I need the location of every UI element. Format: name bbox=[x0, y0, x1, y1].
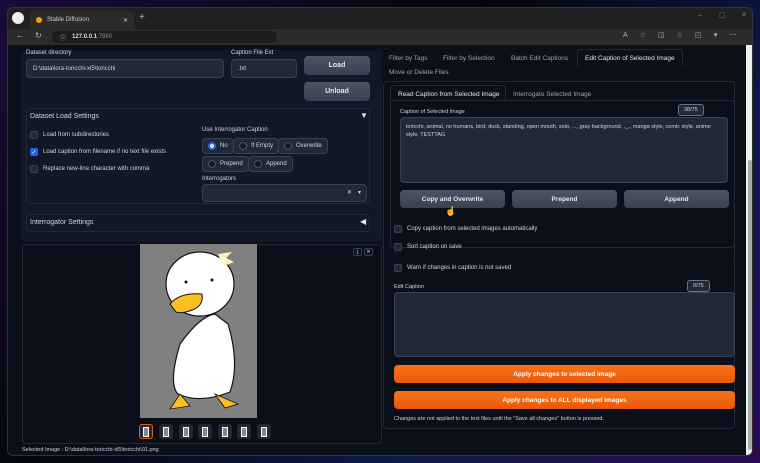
page-scrollbar[interactable] bbox=[746, 45, 752, 455]
minimize-button[interactable]: – bbox=[698, 12, 702, 19]
append-button[interactable]: Append bbox=[624, 190, 729, 208]
tab-move-delete[interactable]: Move or Delete Files bbox=[389, 69, 449, 76]
collapse-triangle-icon[interactable]: ▼ bbox=[360, 111, 368, 120]
expand-triangle-icon[interactable]: ◀ bbox=[360, 217, 366, 226]
gallery-thumb-2[interactable] bbox=[159, 424, 173, 439]
clear-icon[interactable]: ✕ bbox=[347, 189, 352, 196]
profile-icon[interactable] bbox=[12, 12, 24, 24]
dataset-dir-label: Dataset directory bbox=[26, 50, 72, 56]
apply-selected-button[interactable]: Apply changes to selected image bbox=[394, 365, 735, 383]
gallery-thumb-6[interactable] bbox=[237, 424, 251, 439]
checkbox-sort-caption[interactable]: Sort caption on save bbox=[394, 243, 462, 251]
tab-edit-selected[interactable]: Edit Caption of Selected Image bbox=[577, 49, 683, 66]
radio-append[interactable]: Append bbox=[248, 156, 293, 172]
subtab-read-caption[interactable]: Read Caption from Selected Image bbox=[390, 85, 506, 101]
radio-overwrite[interactable]: Overwrite bbox=[278, 138, 328, 154]
prepend-button[interactable]: Prepend bbox=[512, 190, 617, 208]
checkbox-caption-from-filename[interactable]: ✓ Load caption from filename if no text f… bbox=[30, 148, 166, 156]
address-bar: ← ↻ ⓘ 127.0.0.1:7860 A☆◫☆◰♥⋯ bbox=[8, 29, 752, 45]
gallery-thumb-5[interactable] bbox=[218, 424, 232, 439]
close-tab-icon[interactable]: ✕ bbox=[123, 17, 128, 24]
title-bar: Stable Diffusion ✕ + – ▢ ✕ bbox=[8, 8, 752, 29]
toolbar-icons[interactable]: A☆◫☆◰♥⋯ bbox=[623, 31, 749, 39]
caption-token-counter: 38/75 bbox=[678, 104, 704, 116]
browser-tab[interactable]: Stable Diffusion ✕ bbox=[30, 11, 134, 29]
selected-image-preview bbox=[140, 244, 257, 418]
edit-caption-label: Edit Caption bbox=[394, 284, 424, 290]
dropdown-icon[interactable]: ▾ bbox=[358, 189, 361, 196]
load-settings-title[interactable]: Dataset Load Settings bbox=[30, 113, 99, 120]
apply-all-button[interactable]: Apply changes to ALL displayed images bbox=[394, 391, 735, 409]
edit-token-counter: 0/75 bbox=[687, 280, 710, 292]
close-gallery-icon[interactable]: ✕ bbox=[364, 248, 373, 256]
reload-icon[interactable]: ↻ bbox=[35, 31, 42, 40]
radio-if-empty[interactable]: If Empty bbox=[233, 138, 280, 154]
page-content: Dataset directory D:\data\lora-toricchi-… bbox=[8, 45, 752, 455]
browser-window: Stable Diffusion ✕ + – ▢ ✕ ← ↻ ⓘ 127.0.0… bbox=[7, 7, 753, 456]
interrogator-settings-title[interactable]: Interrogator Settings bbox=[30, 219, 93, 226]
edit-caption-textarea[interactable] bbox=[394, 292, 735, 357]
interrogators-label: Interrogators bbox=[202, 176, 237, 182]
checkbox-warn-unsaved[interactable]: Warn if changes in caption is not saved bbox=[394, 264, 511, 272]
selected-image-path: Selected Image : D:\data\lora-toricchi-x… bbox=[22, 447, 159, 453]
load-button[interactable]: Load bbox=[304, 56, 370, 75]
caption-label: Caption of Selected Image bbox=[400, 109, 465, 115]
caption-ext-label: Caption File Ext bbox=[231, 50, 274, 56]
tab-filter-by-tags[interactable]: Filter by Tags bbox=[389, 55, 428, 62]
download-icon[interactable]: ⤓ bbox=[353, 248, 362, 256]
gallery-thumb-4[interactable] bbox=[198, 424, 212, 439]
favicon-icon bbox=[36, 17, 42, 23]
mouse-cursor-icon: ☝ bbox=[445, 206, 457, 216]
checkbox-subdirs[interactable]: Load from subdirectories bbox=[30, 131, 109, 139]
radio-prepend[interactable]: Prepend bbox=[202, 156, 249, 172]
radio-no[interactable]: No bbox=[202, 138, 234, 154]
tab-batch-edit[interactable]: Batch Edit Captions bbox=[511, 55, 568, 62]
save-note: Changes are not applied to the text file… bbox=[394, 416, 604, 422]
dataset-dir-input[interactable]: D:\data\lora-toricchi-xl5\toricchi bbox=[26, 59, 224, 78]
interrogators-select[interactable]: ✕ ▾ bbox=[202, 184, 367, 202]
url-field[interactable]: ⓘ 127.0.0.1:7860 bbox=[52, 31, 277, 43]
interrogator-caption-label: Use Interrogator Caption bbox=[202, 127, 268, 133]
unload-button[interactable]: Unload bbox=[304, 82, 370, 101]
gallery-thumb-3[interactable] bbox=[179, 424, 193, 439]
maximize-button[interactable]: ▢ bbox=[719, 11, 726, 19]
gallery-thumb-1[interactable] bbox=[139, 424, 153, 439]
checkbox-copy-auto[interactable]: Copy caption from selected images automa… bbox=[394, 225, 537, 233]
close-window-button[interactable]: ✕ bbox=[741, 11, 747, 19]
caption-ext-input[interactable]: .txt bbox=[231, 59, 297, 78]
scrollbar-thumb[interactable] bbox=[748, 160, 752, 450]
tab-filter-by-selection[interactable]: Filter by Selection bbox=[443, 55, 495, 62]
caption-textarea[interactable]: toricchi, animal, no humans, bird, duck,… bbox=[400, 117, 728, 183]
subtab-interrogate[interactable]: Interrogate Selected Image bbox=[513, 91, 591, 98]
info-icon: ⓘ bbox=[60, 35, 67, 42]
back-icon[interactable]: ← bbox=[16, 31, 24, 40]
new-tab-button[interactable]: + bbox=[139, 12, 145, 23]
tab-title: Stable Diffusion bbox=[47, 17, 89, 23]
gallery-thumb-7[interactable] bbox=[257, 424, 271, 439]
checkbox-replace-newline[interactable]: Replace new-line character with comma bbox=[30, 165, 149, 173]
